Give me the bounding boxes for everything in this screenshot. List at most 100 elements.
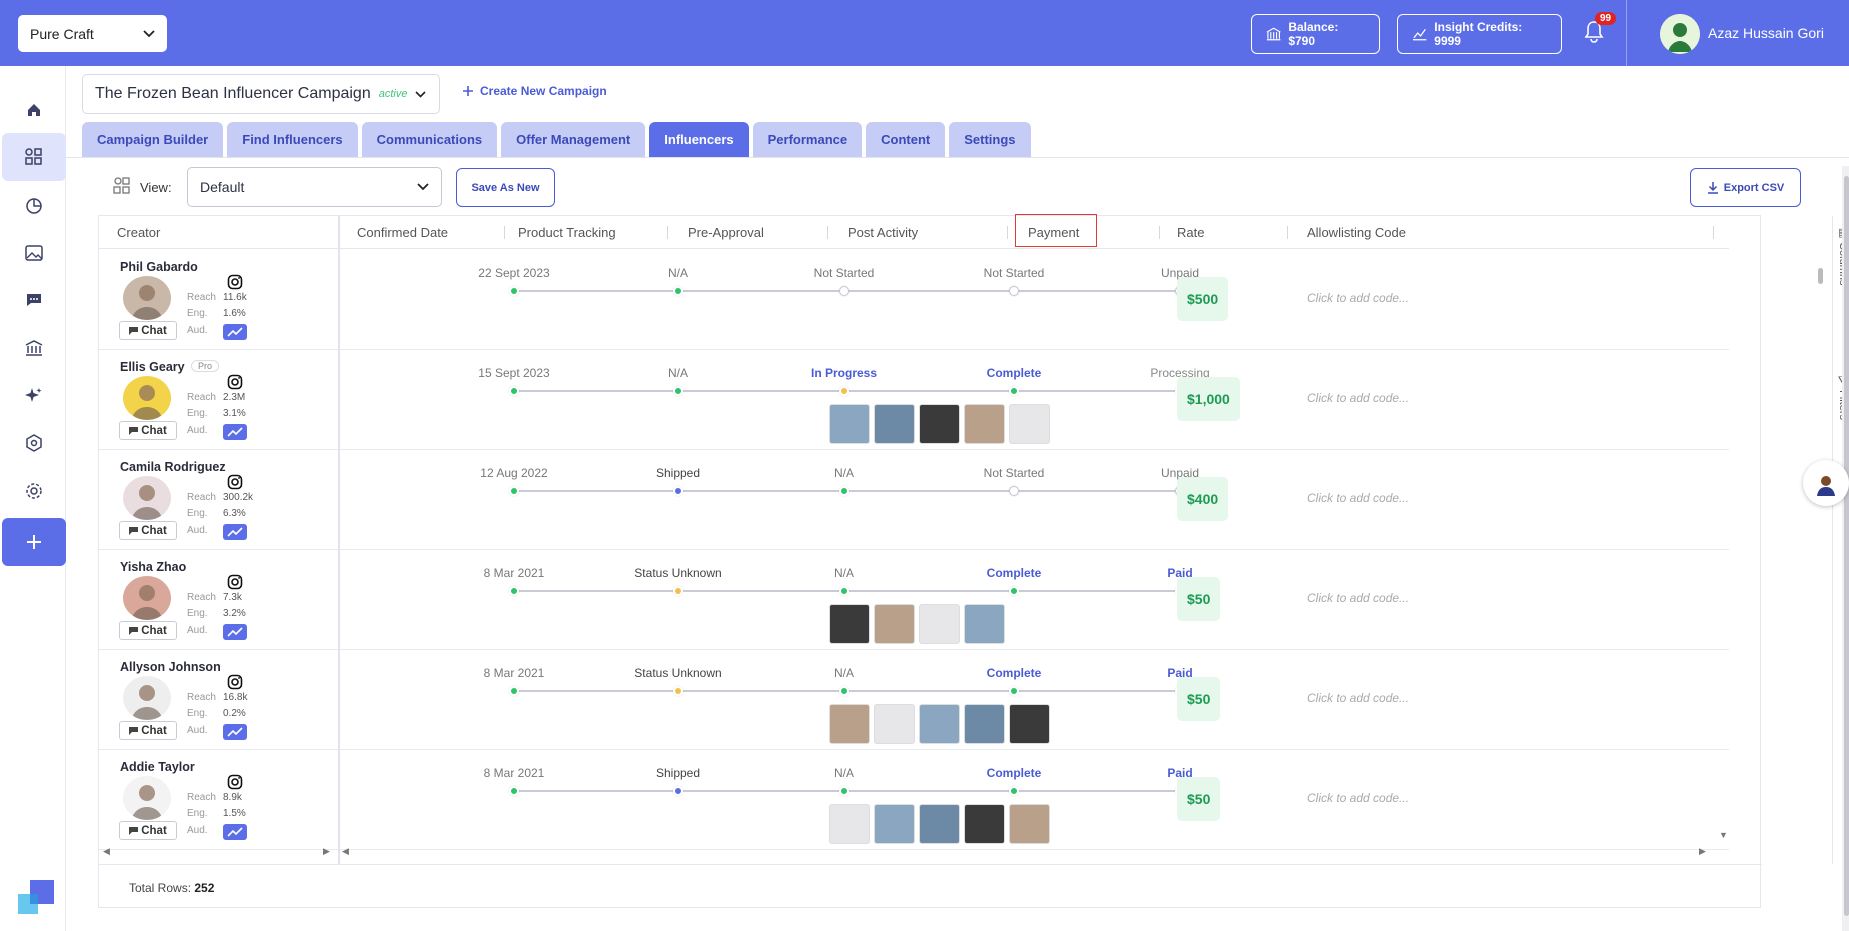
allowlisting-code-cell[interactable]: Click to add code... xyxy=(1307,491,1409,505)
tab-performance[interactable]: Performance xyxy=(752,122,863,157)
insight-credits-button[interactable]: Insight Credits: 9999 xyxy=(1397,14,1562,54)
header-confirmed-date[interactable]: Confirmed Date xyxy=(357,225,448,240)
chat-button[interactable]: Chat xyxy=(119,321,177,340)
avatar[interactable] xyxy=(123,276,171,320)
stage-tracking[interactable]: N/A xyxy=(668,366,688,380)
stage-preapproval[interactable]: N/A xyxy=(834,566,854,580)
audience-chart-button[interactable] xyxy=(223,624,247,640)
header-post-activity[interactable]: Post Activity xyxy=(848,225,918,240)
instagram-icon[interactable] xyxy=(227,474,243,490)
audience-chart-button[interactable] xyxy=(223,324,247,340)
sidebar-item-ai[interactable] xyxy=(2,372,66,420)
audience-chart-button[interactable] xyxy=(223,824,247,840)
tab-offer-management[interactable]: Offer Management xyxy=(501,122,646,157)
post-thumbnail[interactable] xyxy=(964,804,1005,844)
vertical-scrollbar[interactable] xyxy=(1816,254,1824,854)
creator-name[interactable]: Addie Taylor xyxy=(120,760,195,774)
header-pre-approval[interactable]: Pre-Approval xyxy=(688,225,764,240)
post-thumbnail[interactable] xyxy=(964,704,1005,744)
rate-badge[interactable]: $50 xyxy=(1177,577,1221,621)
chat-button[interactable]: Chat xyxy=(119,621,177,640)
post-thumbnail[interactable] xyxy=(874,404,915,444)
tab-settings[interactable]: Settings xyxy=(949,122,1031,157)
tab-find-influencers[interactable]: Find Influencers xyxy=(227,122,358,157)
post-thumbnail[interactable] xyxy=(829,704,870,744)
post-thumbnail[interactable] xyxy=(874,804,915,844)
stage-post[interactable]: Not Started xyxy=(984,266,1045,280)
stage-tracking[interactable]: Shipped xyxy=(656,466,700,480)
scroll-right-arrow[interactable]: ▶ xyxy=(1699,846,1706,857)
table-row[interactable]: Yisha Zhao Reach 7.3k Eng. 3.2% Aud. Chat 8 Mar… xyxy=(99,550,1729,650)
tab-content[interactable]: Content xyxy=(866,122,946,157)
post-thumbnail[interactable] xyxy=(964,404,1005,444)
instagram-icon[interactable] xyxy=(227,674,243,690)
stage-preapproval[interactable]: In Progress xyxy=(811,366,877,380)
audience-chart-button[interactable] xyxy=(223,524,247,540)
table-row[interactable]: Allyson Johnson Reach 16.8k Eng. 0.2% Aud. Cha… xyxy=(99,650,1729,750)
post-thumbnail[interactable] xyxy=(829,604,870,644)
scroll-left-arrow[interactable]: ◀ xyxy=(103,846,110,857)
view-select[interactable]: Default xyxy=(187,167,442,207)
scroll-down-arrow[interactable]: ▼ xyxy=(1719,830,1728,840)
table-row[interactable]: Addie Taylor Reach 8.9k Eng. 1.5% Aud. Chat 8 M… xyxy=(99,750,1729,850)
header-creator[interactable]: Creator xyxy=(117,225,160,240)
post-thumbnail[interactable] xyxy=(919,804,960,844)
sidebar-item-security[interactable] xyxy=(2,419,66,467)
page-scroll-thumb[interactable] xyxy=(1844,176,1849,916)
creator-name[interactable]: Phil Gabardo xyxy=(120,260,198,274)
post-thumbnail[interactable] xyxy=(919,404,960,444)
stage-confirmed[interactable]: 8 Mar 2021 xyxy=(484,766,545,780)
instagram-icon[interactable] xyxy=(227,574,243,590)
campaign-select[interactable]: The Frozen Bean Influencer Campaign acti… xyxy=(82,74,440,114)
brand-select[interactable]: Pure Craft xyxy=(18,15,167,52)
vertical-scroll-thumb[interactable] xyxy=(1818,268,1823,284)
post-thumbnail[interactable] xyxy=(874,704,915,744)
tab-campaign-builder[interactable]: Campaign Builder xyxy=(82,122,224,157)
instagram-icon[interactable] xyxy=(227,774,243,790)
stage-confirmed[interactable]: 8 Mar 2021 xyxy=(484,566,545,580)
table-row[interactable]: Ellis Geary Pro Reach 2.3M Eng. 3.1% Aud. Chat 1… xyxy=(99,350,1729,450)
header-rate[interactable]: Rate xyxy=(1177,225,1204,240)
save-as-new-button[interactable]: Save As New xyxy=(456,168,555,207)
rate-badge[interactable]: $400 xyxy=(1177,477,1229,521)
rate-badge[interactable]: $50 xyxy=(1177,777,1221,821)
allowlisting-code-cell[interactable]: Click to add code... xyxy=(1307,591,1409,605)
scroll-right-arrow[interactable]: ▶ xyxy=(323,846,330,857)
stage-post[interactable]: Complete xyxy=(987,666,1042,680)
post-thumbnail[interactable] xyxy=(964,604,1005,644)
avatar[interactable] xyxy=(123,476,171,520)
header-product-tracking[interactable]: Product Tracking xyxy=(518,225,616,240)
creator-name[interactable]: Allyson Johnson xyxy=(120,660,221,674)
sidebar-item-analytics[interactable] xyxy=(2,182,66,230)
chat-button[interactable]: Chat xyxy=(119,721,177,740)
avatar[interactable] xyxy=(123,576,171,620)
scroll-left-arrow[interactable]: ◀ xyxy=(342,846,349,857)
floating-support-avatar[interactable] xyxy=(1803,460,1849,506)
post-thumbnail[interactable] xyxy=(919,704,960,744)
avatar[interactable] xyxy=(123,776,171,820)
stage-tracking[interactable]: Status Unknown xyxy=(634,566,721,580)
post-thumbnail[interactable] xyxy=(874,604,915,644)
post-thumbnail[interactable] xyxy=(1009,704,1050,744)
audience-chart-button[interactable] xyxy=(223,724,247,740)
post-thumbnail[interactable] xyxy=(1009,804,1050,844)
create-campaign-link[interactable]: Create New Campaign xyxy=(462,84,607,98)
sidebar-item-settings[interactable] xyxy=(2,467,66,515)
audience-chart-button[interactable] xyxy=(223,424,247,440)
stage-post[interactable]: Complete xyxy=(987,566,1042,580)
chat-button[interactable]: Chat xyxy=(119,421,177,440)
stage-confirmed[interactable]: 15 Sept 2023 xyxy=(478,366,549,380)
stage-preapproval[interactable]: N/A xyxy=(834,666,854,680)
chat-button[interactable]: Chat xyxy=(119,821,177,840)
sidebar-add-button[interactable] xyxy=(2,518,66,566)
instagram-icon[interactable] xyxy=(227,274,243,290)
table-row[interactable]: Camila Rodriguez Reach 300.2k Eng. 6.3% Aud. C… xyxy=(99,450,1729,550)
rate-badge[interactable]: $50 xyxy=(1177,677,1221,721)
user-avatar[interactable] xyxy=(1660,14,1700,54)
post-thumbnail[interactable] xyxy=(829,804,870,844)
creator-name[interactable]: Ellis Geary xyxy=(120,360,185,374)
table-row[interactable]: Phil Gabardo Reach 11.6k Eng. 1.6% Aud. Chat 22… xyxy=(99,250,1729,350)
chat-button[interactable]: Chat xyxy=(119,521,177,540)
allowlisting-code-cell[interactable]: Click to add code... xyxy=(1307,291,1409,305)
instagram-icon[interactable] xyxy=(227,374,243,390)
